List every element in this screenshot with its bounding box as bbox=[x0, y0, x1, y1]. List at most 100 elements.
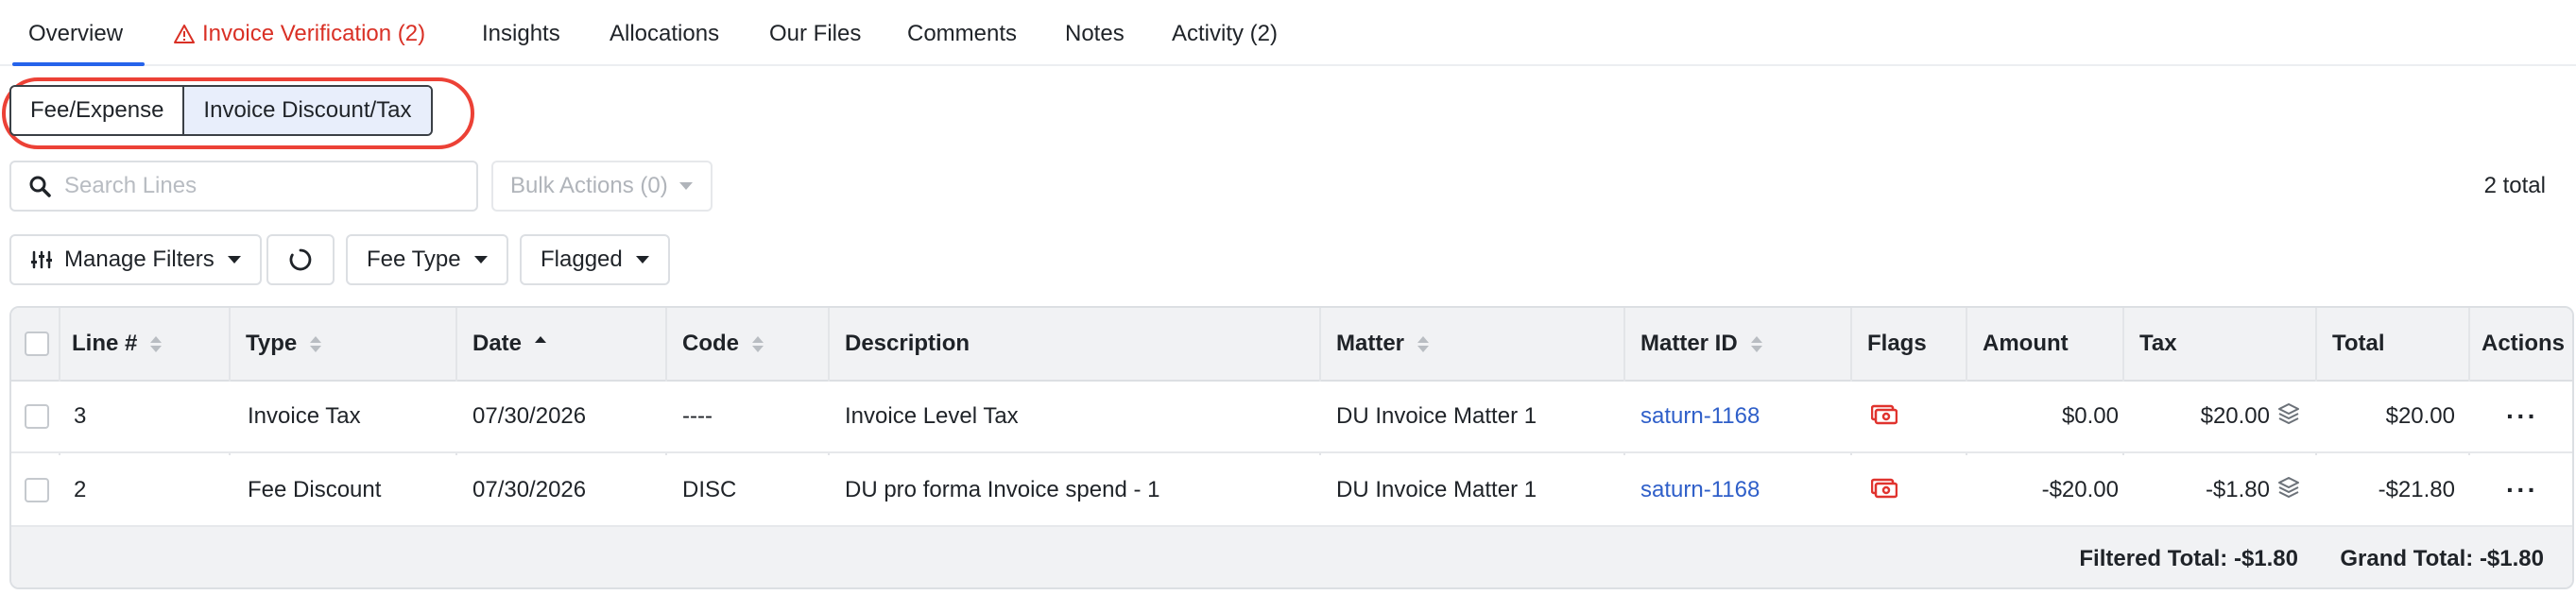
column-header-label: Type bbox=[246, 331, 298, 356]
column-header-line[interactable]: Line # bbox=[72, 308, 163, 380]
cell-total: $20.00 bbox=[2385, 403, 2455, 429]
column-header-label: Matter ID bbox=[1640, 331, 1738, 356]
layers-icon[interactable] bbox=[2277, 455, 2300, 525]
cell-tax: -$1.80 bbox=[2205, 477, 2270, 502]
column-header-label: Flags bbox=[1867, 331, 1927, 356]
tab-notes[interactable]: Notes bbox=[1065, 21, 1125, 47]
money-flag-icon[interactable] bbox=[1871, 382, 1898, 451]
sort-icon bbox=[1750, 335, 1762, 352]
tab-insights[interactable]: Insights bbox=[482, 21, 560, 47]
money-flag-icon[interactable] bbox=[1871, 455, 1898, 525]
sliders-icon bbox=[31, 250, 52, 269]
column-header-date[interactable]: Date bbox=[472, 308, 547, 380]
fee-expense-toggle[interactable]: Fee/Expense bbox=[11, 87, 183, 134]
column-header-label: Matter bbox=[1336, 331, 1405, 356]
cell-line: 3 bbox=[74, 403, 87, 429]
cell-code: ---- bbox=[682, 403, 713, 429]
cell-matter: DU Invoice Matter 1 bbox=[1336, 403, 1537, 429]
fee-type-label: Fee Type bbox=[367, 246, 461, 272]
refresh-icon bbox=[289, 248, 312, 271]
matter-id-link[interactable]: saturn-1168 bbox=[1640, 382, 1760, 451]
table-footer: Filtered Total: -$1.80 Grand Total: -$1.… bbox=[11, 527, 2572, 587]
tab-overview[interactable]: Overview bbox=[11, 21, 146, 66]
tab-activity[interactable]: Activity (2) bbox=[1172, 21, 1278, 47]
column-header-label: Amount bbox=[1983, 331, 2069, 356]
warning-icon bbox=[174, 25, 195, 43]
table-row[interactable]: 2 Fee Discount 07/30/2026 DISC DU pro fo… bbox=[11, 455, 2572, 527]
cell-matter: DU Invoice Matter 1 bbox=[1336, 477, 1537, 502]
tab-invoice-verification[interactable]: Invoice Verification (2) bbox=[174, 21, 425, 47]
tab-comments[interactable]: Comments bbox=[907, 21, 1017, 47]
row-select-cell bbox=[25, 455, 49, 525]
column-header-flags: Flags bbox=[1867, 308, 1927, 380]
cell-amount: -$20.00 bbox=[2041, 477, 2119, 502]
chevron-down-icon bbox=[635, 256, 649, 264]
column-header-tax: Tax bbox=[2139, 308, 2177, 380]
sort-icon bbox=[310, 335, 322, 352]
sort-ascending-icon bbox=[535, 335, 547, 352]
column-header-type[interactable]: Type bbox=[246, 308, 322, 380]
row-actions-menu-icon[interactable]: ··· bbox=[2506, 455, 2538, 525]
search-input[interactable] bbox=[64, 173, 442, 199]
layers-icon[interactable] bbox=[2277, 382, 2300, 451]
column-header-amount: Amount bbox=[1983, 308, 2069, 380]
cell-tax: $20.00 bbox=[2200, 403, 2270, 429]
row-actions-menu-icon[interactable]: ··· bbox=[2506, 382, 2538, 451]
tab-allocations[interactable]: Allocations bbox=[610, 21, 719, 47]
chevron-down-icon bbox=[678, 182, 693, 190]
column-header-description: Description bbox=[845, 308, 970, 380]
column-header-total: Total bbox=[2332, 308, 2385, 380]
row-checkbox[interactable] bbox=[25, 404, 49, 429]
search-icon bbox=[29, 176, 51, 197]
search-box[interactable] bbox=[9, 161, 478, 212]
column-header-label: Code bbox=[682, 331, 739, 356]
column-header-label: Tax bbox=[2139, 331, 2177, 356]
tab-our-files[interactable]: Our Files bbox=[769, 21, 861, 47]
table-row[interactable]: 3 Invoice Tax 07/30/2026 ---- Invoice Le… bbox=[11, 382, 2572, 453]
manage-filters-label: Manage Filters bbox=[64, 246, 215, 272]
fee-type-filter[interactable]: Fee Type bbox=[346, 234, 508, 285]
tab-bar: Overview Invoice Verification (2) Insigh… bbox=[0, 0, 2576, 66]
column-header-matter[interactable]: Matter bbox=[1336, 308, 1430, 380]
sort-icon bbox=[1417, 335, 1430, 352]
chevron-down-icon bbox=[227, 256, 241, 264]
row-select-cell bbox=[25, 382, 49, 451]
flagged-label: Flagged bbox=[541, 246, 623, 272]
bulk-actions-button[interactable]: Bulk Actions (0) bbox=[491, 161, 713, 212]
sort-icon bbox=[752, 335, 764, 352]
refresh-button[interactable] bbox=[266, 234, 335, 285]
filtered-total: Filtered Total: -$1.80 bbox=[2079, 546, 2298, 571]
column-header-label: Description bbox=[845, 331, 970, 356]
column-header-matter-id[interactable]: Matter ID bbox=[1640, 308, 1762, 380]
cell-line: 2 bbox=[74, 477, 87, 502]
column-header-label: Total bbox=[2332, 331, 2385, 356]
manage-filters-button[interactable]: Manage Filters bbox=[9, 234, 262, 285]
sort-icon bbox=[150, 335, 163, 352]
column-header-label: Line # bbox=[72, 331, 138, 356]
cell-total: -$21.80 bbox=[2378, 477, 2455, 502]
select-all-checkbox[interactable] bbox=[25, 332, 49, 356]
column-header-label: Date bbox=[472, 331, 523, 356]
select-all-cell bbox=[25, 308, 49, 380]
cell-date: 07/30/2026 bbox=[472, 477, 587, 502]
cell-description: Invoice Level Tax bbox=[845, 403, 1019, 429]
total-count: 2 total bbox=[2483, 173, 2546, 198]
tab-invoice-verification-label: Invoice Verification (2) bbox=[202, 21, 426, 46]
line-type-toggle: Fee/Expense Invoice Discount/Tax bbox=[9, 85, 433, 136]
column-header-label: Actions bbox=[2482, 331, 2566, 356]
cell-description: DU pro forma Invoice spend - 1 bbox=[845, 477, 1160, 502]
cell-amount: $0.00 bbox=[2061, 403, 2119, 429]
cell-type: Invoice Tax bbox=[248, 403, 361, 429]
table-header: Line # Type Date Code Description Matter… bbox=[11, 308, 2572, 382]
invoice-discount-tax-toggle[interactable]: Invoice Discount/Tax bbox=[182, 87, 431, 134]
chevron-down-icon bbox=[473, 256, 488, 264]
grand-total: Grand Total: -$1.80 bbox=[2340, 546, 2544, 571]
matter-id-link[interactable]: saturn-1168 bbox=[1640, 455, 1760, 525]
row-checkbox[interactable] bbox=[25, 478, 49, 502]
cell-type: Fee Discount bbox=[248, 477, 382, 502]
lines-table: Line # Type Date Code Description Matter… bbox=[9, 306, 2574, 589]
flagged-filter[interactable]: Flagged bbox=[520, 234, 670, 285]
column-header-code[interactable]: Code bbox=[682, 308, 764, 380]
cell-code: DISC bbox=[682, 477, 737, 502]
column-header-actions: Actions bbox=[2482, 308, 2565, 380]
